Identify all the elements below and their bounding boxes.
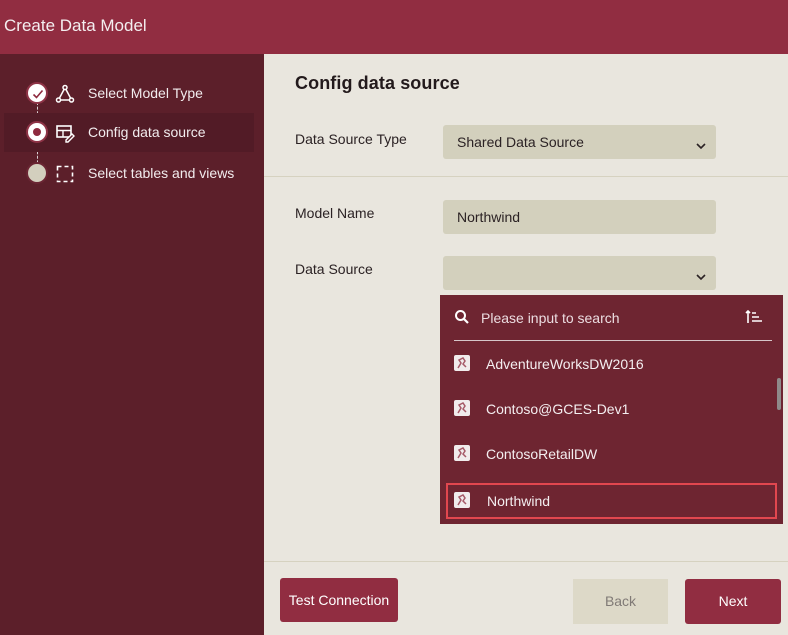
database-icon [454, 400, 470, 416]
data-source-type-value: Shared Data Source [457, 134, 584, 150]
data-source-type-label: Data Source Type [295, 131, 407, 147]
dropdown-scrollbar[interactable] [777, 378, 781, 410]
window-title: Create Data Model [4, 16, 147, 35]
pending-step-indicator-icon [26, 162, 48, 184]
step-label: Select tables and views [88, 165, 235, 181]
section-divider [264, 176, 788, 177]
step-label: Select Model Type [88, 85, 203, 101]
next-button[interactable]: Next [685, 579, 781, 624]
dropdown-item-name: Northwind [487, 493, 551, 509]
dropdown-item[interactable]: AdventureWorksDW2016 [446, 346, 777, 382]
chevron-down-icon [696, 137, 706, 155]
dropdown-item-name: Contoso@GCES-Dev1 [486, 401, 630, 417]
page-title: Config data source [295, 73, 460, 93]
data-source-dropdown-panel: Please input to search AdventureWorksDW2… [440, 295, 783, 524]
model-name-input[interactable]: Northwind [443, 200, 716, 234]
model-type-icon [55, 84, 75, 104]
step-config-data-source[interactable]: Config data source [4, 113, 254, 152]
database-icon [454, 355, 470, 371]
dashed-select-icon [55, 164, 75, 184]
data-source-select[interactable] [443, 256, 716, 290]
data-source-label: Data Source [295, 261, 373, 277]
search-icon [454, 309, 470, 330]
search-divider [454, 340, 772, 341]
footer-divider [264, 561, 788, 562]
current-step-indicator-icon [26, 121, 48, 143]
model-name-value: Northwind [457, 209, 521, 225]
sort-icon[interactable] [745, 309, 763, 330]
dropdown-search-input[interactable]: Please input to search [481, 310, 620, 326]
step-label: Config data source [88, 124, 206, 140]
step-select-tables-and-views[interactable]: Select tables and views [4, 154, 254, 193]
database-icon [454, 492, 470, 508]
dropdown-item-name: AdventureWorksDW2016 [486, 356, 644, 372]
back-button[interactable]: Back [573, 579, 668, 624]
dropdown-item-selected[interactable]: Northwind [446, 483, 777, 519]
table-edit-icon [55, 123, 75, 143]
data-source-type-select[interactable]: Shared Data Source [443, 125, 716, 159]
dropdown-item[interactable]: Contoso@GCES-Dev1 [446, 391, 777, 427]
dropdown-item[interactable]: ContosoRetailDW [446, 436, 777, 472]
dropdown-item-name: ContosoRetailDW [486, 446, 598, 462]
check-icon [26, 82, 48, 104]
model-name-label: Model Name [295, 205, 375, 221]
title-bar: Create Data Model [0, 0, 788, 54]
wizard-steps-sidebar: Select Model Type Config data source Sel… [0, 54, 264, 635]
step-select-model-type[interactable]: Select Model Type [4, 74, 254, 113]
database-icon [454, 445, 470, 461]
chevron-down-icon [696, 268, 706, 286]
test-connection-button[interactable]: Test Connection [280, 578, 398, 622]
